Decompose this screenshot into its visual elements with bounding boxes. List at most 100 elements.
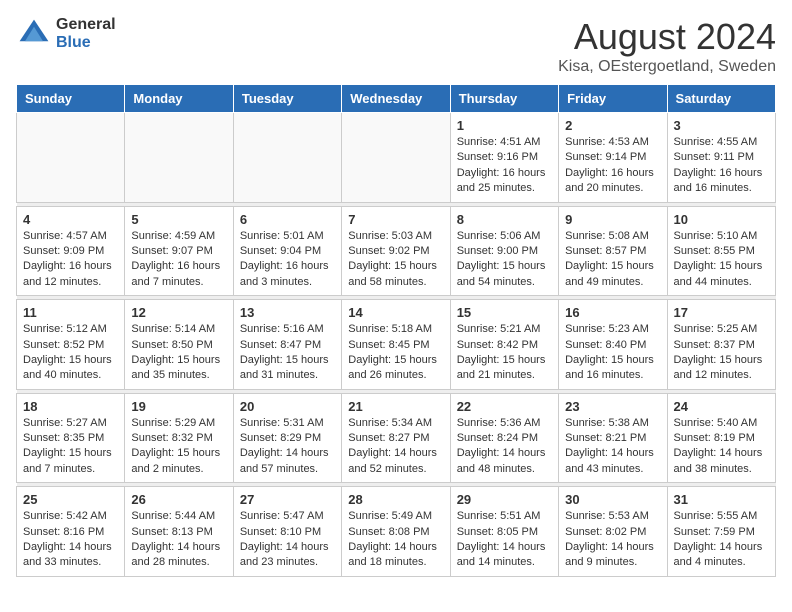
day-info: Sunrise: 5:06 AM Sunset: 9:00 PM Dayligh…	[457, 229, 552, 291]
day-info: Sunrise: 5:27 AM Sunset: 8:35 PM Dayligh…	[23, 416, 118, 478]
day-info: Sunrise: 5:01 AM Sunset: 9:04 PM Dayligh…	[240, 229, 335, 291]
day-info: Sunrise: 4:59 AM Sunset: 9:07 PM Dayligh…	[131, 229, 226, 291]
day-number: 5	[131, 212, 226, 227]
day-number: 18	[23, 399, 118, 414]
calendar-cell: 1 Sunrise: 4:51 AM Sunset: 9:16 PM Daylig…	[450, 113, 558, 203]
calendar-cell: 19 Sunrise: 5:29 AM Sunset: 8:32 PM Dayli…	[125, 393, 233, 483]
day-number: 17	[674, 305, 769, 320]
day-info: Sunrise: 4:55 AM Sunset: 9:11 PM Dayligh…	[674, 135, 769, 197]
calendar-cell: 23Sunrise: 5:38 AM Sunset: 8:21 PM Dayli…	[559, 393, 667, 483]
logo: General Blue	[16, 16, 116, 52]
col-header-thursday: Thursday	[450, 85, 558, 113]
calendar-week-5: 25Sunrise: 5:42 AM Sunset: 8:16 PM Dayli…	[17, 487, 776, 577]
day-info: Sunrise: 5:31 AM Sunset: 8:29 PM Dayligh…	[240, 416, 335, 478]
calendar-cell	[342, 113, 450, 203]
day-number: 24	[674, 399, 769, 414]
calendar-cell: 24 Sunrise: 5:40 AM Sunset: 8:19 PM Dayli…	[667, 393, 775, 483]
title-block: August 2024 Kisa, OEstergoetland, Sweden	[558, 16, 776, 76]
calendar-table: SundayMondayTuesdayWednesdayThursdayFrid…	[16, 84, 776, 577]
col-header-friday: Friday	[559, 85, 667, 113]
day-number: 28	[348, 492, 443, 507]
day-info: Sunrise: 5:44 AM Sunset: 8:13 PM Dayligh…	[131, 509, 226, 571]
calendar-cell: 25Sunrise: 5:42 AM Sunset: 8:16 PM Dayli…	[17, 487, 125, 577]
calendar-cell: 15Sunrise: 5:21 AM Sunset: 8:42 PM Dayli…	[450, 300, 558, 390]
day-number: 10	[674, 212, 769, 227]
calendar-week-2: 4 Sunrise: 4:57 AM Sunset: 9:09 PM Daylig…	[17, 206, 776, 296]
day-info: Sunrise: 5:53 AM Sunset: 8:02 PM Dayligh…	[565, 509, 660, 571]
calendar-cell: 27 Sunrise: 5:47 AM Sunset: 8:10 PM Dayli…	[233, 487, 341, 577]
calendar-cell: 30 Sunrise: 5:53 AM Sunset: 8:02 PM Dayli…	[559, 487, 667, 577]
calendar-week-3: 11Sunrise: 5:12 AM Sunset: 8:52 PM Dayli…	[17, 300, 776, 390]
calendar-cell: 6 Sunrise: 5:01 AM Sunset: 9:04 PM Daylig…	[233, 206, 341, 296]
day-number: 26	[131, 492, 226, 507]
day-info: Sunrise: 5:47 AM Sunset: 8:10 PM Dayligh…	[240, 509, 335, 571]
calendar-cell: 7Sunrise: 5:03 AM Sunset: 9:02 PM Daylig…	[342, 206, 450, 296]
logo-text: General Blue	[56, 16, 116, 51]
col-header-tuesday: Tuesday	[233, 85, 341, 113]
day-number: 30	[565, 492, 660, 507]
day-info: Sunrise: 5:25 AM Sunset: 8:37 PM Dayligh…	[674, 322, 769, 384]
day-info: Sunrise: 5:49 AM Sunset: 8:08 PM Dayligh…	[348, 509, 443, 571]
calendar-header-row: SundayMondayTuesdayWednesdayThursdayFrid…	[17, 85, 776, 113]
calendar-cell: 12Sunrise: 5:14 AM Sunset: 8:50 PM Dayli…	[125, 300, 233, 390]
day-info: Sunrise: 4:57 AM Sunset: 9:09 PM Dayligh…	[23, 229, 118, 291]
day-number: 14	[348, 305, 443, 320]
day-info: Sunrise: 4:51 AM Sunset: 9:16 PM Dayligh…	[457, 135, 552, 197]
day-number: 21	[348, 399, 443, 414]
day-number: 8	[457, 212, 552, 227]
day-info: Sunrise: 5:40 AM Sunset: 8:19 PM Dayligh…	[674, 416, 769, 478]
calendar-week-1: 1 Sunrise: 4:51 AM Sunset: 9:16 PM Daylig…	[17, 113, 776, 203]
day-info: Sunrise: 5:10 AM Sunset: 8:55 PM Dayligh…	[674, 229, 769, 291]
day-number: 1	[457, 118, 552, 133]
day-number: 4	[23, 212, 118, 227]
calendar-cell: 18 Sunrise: 5:27 AM Sunset: 8:35 PM Dayli…	[17, 393, 125, 483]
day-info: Sunrise: 4:53 AM Sunset: 9:14 PM Dayligh…	[565, 135, 660, 197]
calendar-cell: 14Sunrise: 5:18 AM Sunset: 8:45 PM Dayli…	[342, 300, 450, 390]
day-number: 7	[348, 212, 443, 227]
calendar-title: August 2024	[558, 16, 776, 58]
calendar-cell	[233, 113, 341, 203]
logo-general: General	[56, 16, 116, 34]
day-info: Sunrise: 5:08 AM Sunset: 8:57 PM Dayligh…	[565, 229, 660, 291]
calendar-cell: 29Sunrise: 5:51 AM Sunset: 8:05 PM Dayli…	[450, 487, 558, 577]
day-number: 19	[131, 399, 226, 414]
logo-blue: Blue	[56, 34, 116, 52]
calendar-cell: 21Sunrise: 5:34 AM Sunset: 8:27 PM Dayli…	[342, 393, 450, 483]
calendar-cell	[125, 113, 233, 203]
day-info: Sunrise: 5:23 AM Sunset: 8:40 PM Dayligh…	[565, 322, 660, 384]
calendar-cell: 28 Sunrise: 5:49 AM Sunset: 8:08 PM Dayli…	[342, 487, 450, 577]
day-info: Sunrise: 5:29 AM Sunset: 8:32 PM Dayligh…	[131, 416, 226, 478]
calendar-cell: 8 Sunrise: 5:06 AM Sunset: 9:00 PM Daylig…	[450, 206, 558, 296]
col-header-sunday: Sunday	[17, 85, 125, 113]
day-number: 9	[565, 212, 660, 227]
calendar-cell: 5 Sunrise: 4:59 AM Sunset: 9:07 PM Daylig…	[125, 206, 233, 296]
day-info: Sunrise: 5:14 AM Sunset: 8:50 PM Dayligh…	[131, 322, 226, 384]
day-number: 27	[240, 492, 335, 507]
calendar-cell: 20Sunrise: 5:31 AM Sunset: 8:29 PM Dayli…	[233, 393, 341, 483]
day-number: 22	[457, 399, 552, 414]
day-info: Sunrise: 5:51 AM Sunset: 8:05 PM Dayligh…	[457, 509, 552, 571]
calendar-cell: 4 Sunrise: 4:57 AM Sunset: 9:09 PM Daylig…	[17, 206, 125, 296]
logo-icon	[16, 16, 52, 52]
calendar-cell: 3 Sunrise: 4:55 AM Sunset: 9:11 PM Daylig…	[667, 113, 775, 203]
day-number: 2	[565, 118, 660, 133]
day-number: 6	[240, 212, 335, 227]
day-number: 13	[240, 305, 335, 320]
day-info: Sunrise: 5:55 AM Sunset: 7:59 PM Dayligh…	[674, 509, 769, 571]
col-header-wednesday: Wednesday	[342, 85, 450, 113]
calendar-cell: 26 Sunrise: 5:44 AM Sunset: 8:13 PM Dayli…	[125, 487, 233, 577]
day-number: 3	[674, 118, 769, 133]
page-header: General Blue August 2024 Kisa, OEstergoe…	[16, 16, 776, 76]
col-header-saturday: Saturday	[667, 85, 775, 113]
calendar-cell: 11Sunrise: 5:12 AM Sunset: 8:52 PM Dayli…	[17, 300, 125, 390]
calendar-cell: 10 Sunrise: 5:10 AM Sunset: 8:55 PM Dayli…	[667, 206, 775, 296]
calendar-cell	[17, 113, 125, 203]
day-info: Sunrise: 5:38 AM Sunset: 8:21 PM Dayligh…	[565, 416, 660, 478]
day-number: 31	[674, 492, 769, 507]
col-header-monday: Monday	[125, 85, 233, 113]
day-info: Sunrise: 5:16 AM Sunset: 8:47 PM Dayligh…	[240, 322, 335, 384]
calendar-cell: 2 Sunrise: 4:53 AM Sunset: 9:14 PM Daylig…	[559, 113, 667, 203]
day-number: 25	[23, 492, 118, 507]
calendar-cell: 22Sunrise: 5:36 AM Sunset: 8:24 PM Dayli…	[450, 393, 558, 483]
calendar-subtitle: Kisa, OEstergoetland, Sweden	[558, 58, 776, 76]
